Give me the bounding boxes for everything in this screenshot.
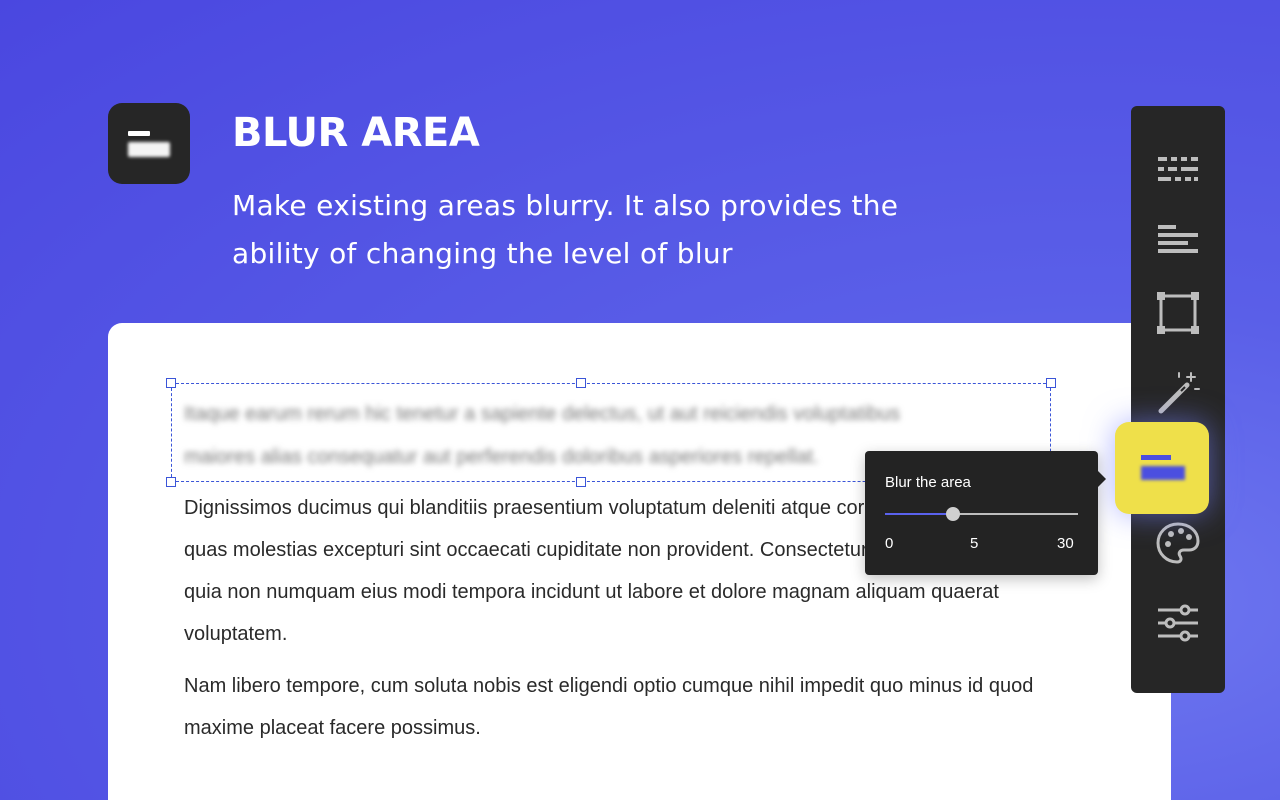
blur-area-icon bbox=[1141, 455, 1171, 460]
selection-handle-top-center[interactable] bbox=[576, 378, 586, 388]
blur-bar-block bbox=[128, 142, 170, 157]
paragraph-2: Nam libero tempore, cum soluta nobis est… bbox=[184, 675, 1034, 739]
crop-frame-icon[interactable] bbox=[1154, 289, 1202, 337]
selection-handle-bottom-left[interactable] bbox=[166, 477, 176, 487]
popover-arrow bbox=[1098, 471, 1106, 487]
blur-app-icon bbox=[108, 103, 190, 184]
slider-tick-mid: 5 bbox=[970, 535, 979, 552]
palette-icon[interactable] bbox=[1154, 519, 1202, 567]
selection-handle-top-left[interactable] bbox=[166, 378, 176, 388]
selection-handle-top-right[interactable] bbox=[1046, 378, 1056, 388]
blur-slider-fill bbox=[885, 513, 953, 515]
blur-bar-line bbox=[128, 131, 150, 136]
slider-tick-min: 0 bbox=[885, 535, 894, 552]
blur-slider-thumb[interactable] bbox=[945, 507, 960, 521]
popover-title: Blur the area bbox=[885, 474, 971, 491]
slider-tick-max: 30 bbox=[1057, 535, 1074, 552]
selection-handle-bottom-center[interactable] bbox=[576, 477, 586, 487]
dashed-lines-icon[interactable] bbox=[1154, 146, 1202, 194]
text-align-left-icon[interactable] bbox=[1154, 216, 1202, 264]
sliders-icon[interactable] bbox=[1154, 599, 1202, 647]
side-toolbar bbox=[1131, 106, 1225, 693]
hero-subtitle: Make existing areas blurry. It also prov… bbox=[232, 189, 899, 270]
blur-area-icon-block bbox=[1141, 466, 1185, 480]
blur-area-tool-button[interactable] bbox=[1115, 422, 1209, 514]
magic-wand-icon[interactable] bbox=[1154, 368, 1202, 416]
blur-settings-popover: Blur the area 0 5 30 bbox=[865, 451, 1106, 575]
hero-title: BLUR AREA bbox=[232, 110, 480, 156]
